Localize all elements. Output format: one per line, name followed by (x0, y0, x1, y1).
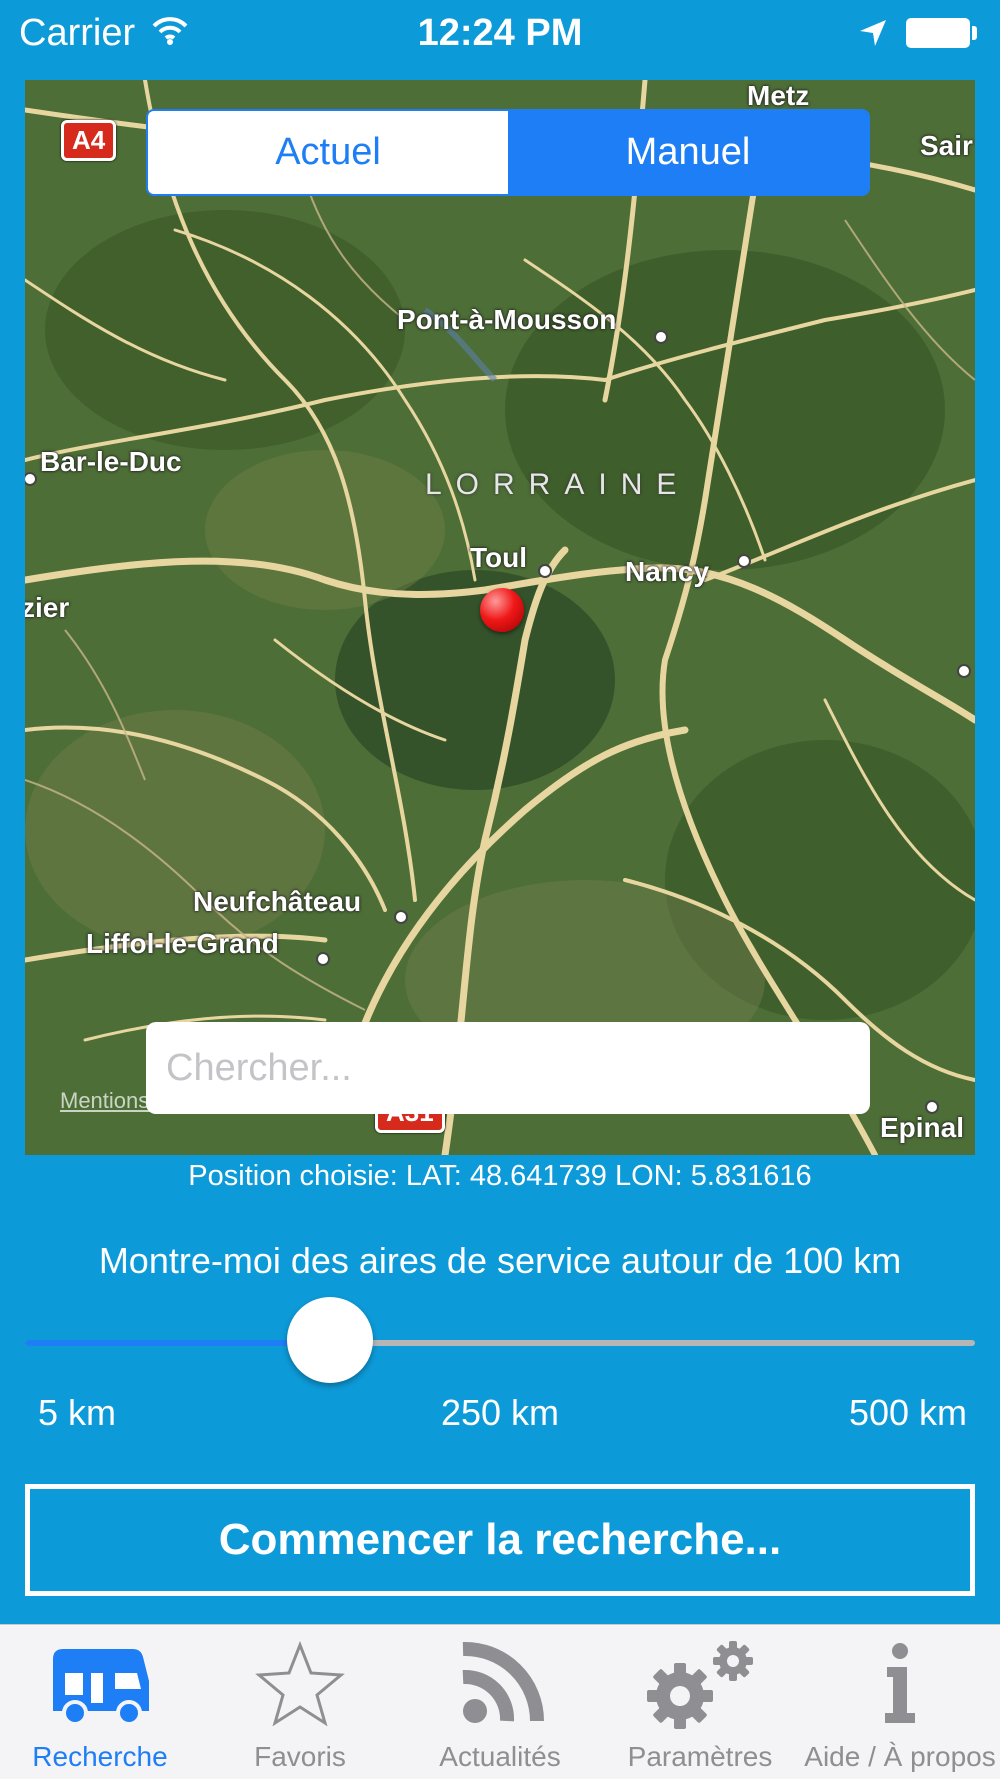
map-label-pont-a-mousson: Pont-à-Mousson (397, 304, 617, 335)
tab-label-aide: Aide / À propos (804, 1741, 996, 1772)
map-label-neufchateau: Neufchâteau (193, 886, 362, 917)
location-arrow-icon (858, 18, 888, 53)
tab-parametres[interactable]: Paramètres (600, 1625, 800, 1779)
start-search-button[interactable]: Commencer la recherche... (25, 1484, 975, 1596)
city-dot-neufchateau (394, 910, 408, 924)
star-icon (255, 1640, 345, 1732)
tab-label-actualites: Actualités (439, 1741, 561, 1772)
map-label-toul: Toul (470, 542, 528, 573)
city-dot-epinal (925, 1100, 939, 1114)
scale-max-label: 500 km (848, 1392, 967, 1433)
battery-tip (972, 26, 977, 40)
segment-actuel[interactable]: Actuel (148, 111, 508, 194)
tab-favoris[interactable]: Favoris (200, 1625, 400, 1779)
tab-aide[interactable]: Aide / À propos (800, 1625, 1000, 1779)
chosen-position-text: Position choisie: LAT: 48.641739 LON: 5.… (188, 1160, 812, 1192)
rss-icon (455, 1641, 545, 1732)
status-time: 12:24 PM (417, 12, 583, 54)
slider-track-fill (25, 1340, 330, 1346)
status-bar: Carrier 12:24 PM (0, 0, 1000, 70)
map-label-epinal: Epinal (880, 1112, 965, 1143)
tab-recherche[interactable]: Recherche (0, 1625, 200, 1779)
map-label-nancy: Nancy (625, 556, 710, 587)
map-label-metz: Metz (747, 80, 810, 111)
map-label-zier: zier (25, 592, 70, 623)
location-pin-icon[interactable] (480, 588, 524, 632)
city-dot-toul (538, 564, 552, 578)
tab-label-parametres: Paramètres (627, 1741, 773, 1772)
map-label-saint: Sair (920, 130, 973, 161)
city-dot-nancy (737, 554, 751, 568)
tab-bar: Recherche Favoris Actualités Paramètres … (0, 1624, 1000, 1779)
segment-manuel[interactable]: Manuel (508, 111, 868, 194)
map-label-lorraine: LORRAINE (425, 468, 691, 501)
city-dot-liffol (316, 952, 330, 966)
slider-thumb[interactable] (287, 1297, 373, 1383)
radius-label: Montre-moi des aires de service autour d… (98, 1240, 902, 1281)
tab-label-favoris: Favoris (254, 1741, 346, 1772)
camper-icon (45, 1641, 155, 1732)
location-mode-segmented[interactable]: Actuel Manuel (146, 109, 870, 196)
battery-icon (906, 18, 970, 48)
info-icon (875, 1641, 925, 1732)
highway-shield-a4: A4 (61, 120, 117, 161)
radius-slider[interactable] (25, 1297, 975, 1387)
gears-icon (635, 1641, 765, 1736)
search-input[interactable] (146, 1022, 870, 1114)
tab-label-recherche: Recherche (32, 1741, 168, 1772)
tab-actualites[interactable]: Actualités (400, 1625, 600, 1779)
map-view[interactable]: A4 A31 Metz Sair Pont-à-Mousson Bar-le-D… (25, 80, 975, 1155)
city-dot-east (957, 664, 971, 678)
city-dot-pont-a-mousson (654, 330, 668, 344)
map-label-bar-le-duc: Bar-le-Duc (40, 446, 182, 477)
map-label-liffol: Liffol-le-Grand (86, 928, 279, 959)
